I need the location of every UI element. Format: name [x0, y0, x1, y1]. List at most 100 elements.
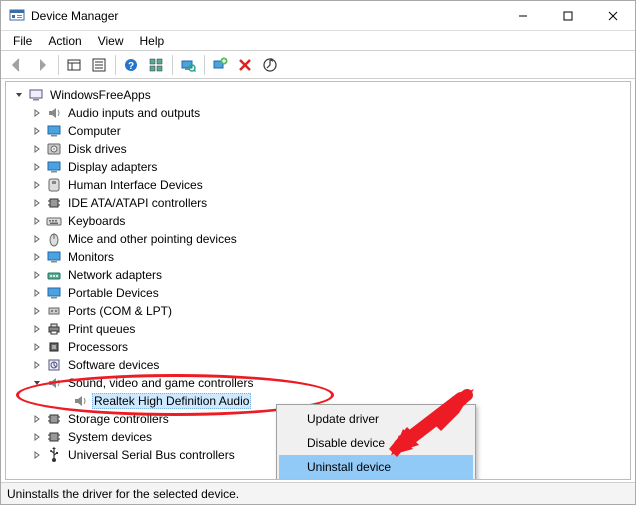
- app-icon: [9, 8, 25, 24]
- back-button[interactable]: [5, 54, 29, 76]
- expand-icon[interactable]: [30, 196, 44, 210]
- expand-icon[interactable]: [30, 142, 44, 156]
- window-controls: [500, 1, 635, 31]
- ctx-update-driver[interactable]: Update driver: [279, 407, 473, 431]
- toolbar-separator: [115, 55, 116, 75]
- tree-category[interactable]: Display adapters: [8, 158, 630, 176]
- expand-icon[interactable]: [30, 106, 44, 120]
- show-hidden-button[interactable]: [62, 54, 86, 76]
- titlebar: Device Manager: [1, 1, 635, 31]
- hid-icon: [46, 177, 62, 193]
- node-label: Universal Serial Bus controllers: [66, 447, 237, 463]
- expand-icon[interactable]: [30, 448, 44, 462]
- properties-button[interactable]: [87, 54, 111, 76]
- toolbar-separator: [172, 55, 173, 75]
- expand-icon[interactable]: [30, 412, 44, 426]
- node-label: Print queues: [66, 321, 137, 337]
- tree-category[interactable]: Processors: [8, 338, 630, 356]
- help-button[interactable]: ?: [119, 54, 143, 76]
- expand-icon[interactable]: [30, 178, 44, 192]
- expand-icon[interactable]: [30, 268, 44, 282]
- tile-button[interactable]: [144, 54, 168, 76]
- node-label: Mice and other pointing devices: [66, 231, 239, 247]
- tree-root[interactable]: WindowsFreeApps: [8, 86, 630, 104]
- monitor-icon: [46, 123, 62, 139]
- node-label: System devices: [66, 429, 154, 445]
- collapse-icon[interactable]: [12, 88, 26, 102]
- monitor-icon: [46, 159, 62, 175]
- node-label: Monitors: [66, 249, 116, 265]
- monitor-icon: [46, 285, 62, 301]
- device-tree[interactable]: WindowsFreeAppsAudio inputs and outputsC…: [5, 81, 631, 480]
- tree-category[interactable]: IDE ATA/ATAPI controllers: [8, 194, 630, 212]
- add-legacy-button[interactable]: [208, 54, 232, 76]
- expand-icon[interactable]: [30, 250, 44, 264]
- window-title: Device Manager: [31, 9, 500, 23]
- tree-category[interactable]: Software devices: [8, 356, 630, 374]
- tree-category[interactable]: Keyboards: [8, 212, 630, 230]
- statusbar: Uninstalls the driver for the selected d…: [1, 482, 635, 504]
- toolbar: ?: [1, 51, 635, 79]
- scan-hardware-button[interactable]: [176, 54, 200, 76]
- ctx-disable-device[interactable]: Disable device: [279, 431, 473, 455]
- menu-help[interactable]: Help: [132, 32, 173, 50]
- node-label: Audio inputs and outputs: [66, 105, 202, 121]
- cpu-icon: [46, 339, 62, 355]
- tree-category[interactable]: Mice and other pointing devices: [8, 230, 630, 248]
- speaker-icon: [46, 375, 62, 391]
- node-label: Sound, video and game controllers: [66, 375, 255, 391]
- minimize-button[interactable]: [500, 1, 545, 31]
- port-icon: [46, 303, 62, 319]
- tree-category[interactable]: Monitors: [8, 248, 630, 266]
- mouse-icon: [46, 231, 62, 247]
- tree-category[interactable]: Computer: [8, 122, 630, 140]
- expand-icon[interactable]: [30, 232, 44, 246]
- tree-category[interactable]: Network adapters: [8, 266, 630, 284]
- forward-button[interactable]: [30, 54, 54, 76]
- node-label: Realtek High Definition Audio: [92, 393, 251, 409]
- node-label: Display adapters: [66, 159, 159, 175]
- tree-category[interactable]: Print queues: [8, 320, 630, 338]
- status-text: Uninstalls the driver for the selected d…: [7, 487, 239, 501]
- update-driver-button[interactable]: [258, 54, 282, 76]
- expand-icon[interactable]: [30, 160, 44, 174]
- close-button[interactable]: [590, 1, 635, 31]
- monitor-icon: [46, 249, 62, 265]
- expand-icon[interactable]: [30, 358, 44, 372]
- tree-category[interactable]: Portable Devices: [8, 284, 630, 302]
- node-label: Portable Devices: [66, 285, 161, 301]
- ctx-uninstall-device[interactable]: Uninstall device: [279, 455, 473, 479]
- usb-icon: [46, 447, 62, 463]
- tree-category[interactable]: Audio inputs and outputs: [8, 104, 630, 122]
- computer-icon: [28, 87, 44, 103]
- chip-icon: [46, 429, 62, 445]
- menu-view[interactable]: View: [90, 32, 132, 50]
- expand-icon[interactable]: [30, 430, 44, 444]
- expand-icon[interactable]: [30, 340, 44, 354]
- node-label: Processors: [66, 339, 130, 355]
- expand-icon[interactable]: [30, 322, 44, 336]
- collapse-icon[interactable]: [30, 376, 44, 390]
- tree-category[interactable]: Human Interface Devices: [8, 176, 630, 194]
- expand-icon[interactable]: [30, 124, 44, 138]
- expand-icon[interactable]: [30, 304, 44, 318]
- tree-category-sound[interactable]: Sound, video and game controllers: [8, 374, 630, 392]
- node-label: Storage controllers: [66, 411, 171, 427]
- menu-action[interactable]: Action: [40, 32, 89, 50]
- toolbar-separator: [204, 55, 205, 75]
- keyboard-icon: [46, 213, 62, 229]
- node-label: Ports (COM & LPT): [66, 303, 174, 319]
- menu-file[interactable]: File: [5, 32, 40, 50]
- uninstall-button[interactable]: [233, 54, 257, 76]
- maximize-button[interactable]: [545, 1, 590, 31]
- disk-icon: [46, 141, 62, 157]
- svg-text:?: ?: [128, 61, 134, 72]
- network-icon: [46, 267, 62, 283]
- tree-category[interactable]: Ports (COM & LPT): [8, 302, 630, 320]
- expand-icon[interactable]: [30, 286, 44, 300]
- tree-category[interactable]: Disk drives: [8, 140, 630, 158]
- expand-icon[interactable]: [30, 214, 44, 228]
- node-label: Software devices: [66, 357, 161, 373]
- chip-icon: [46, 411, 62, 427]
- node-label: Disk drives: [66, 141, 129, 157]
